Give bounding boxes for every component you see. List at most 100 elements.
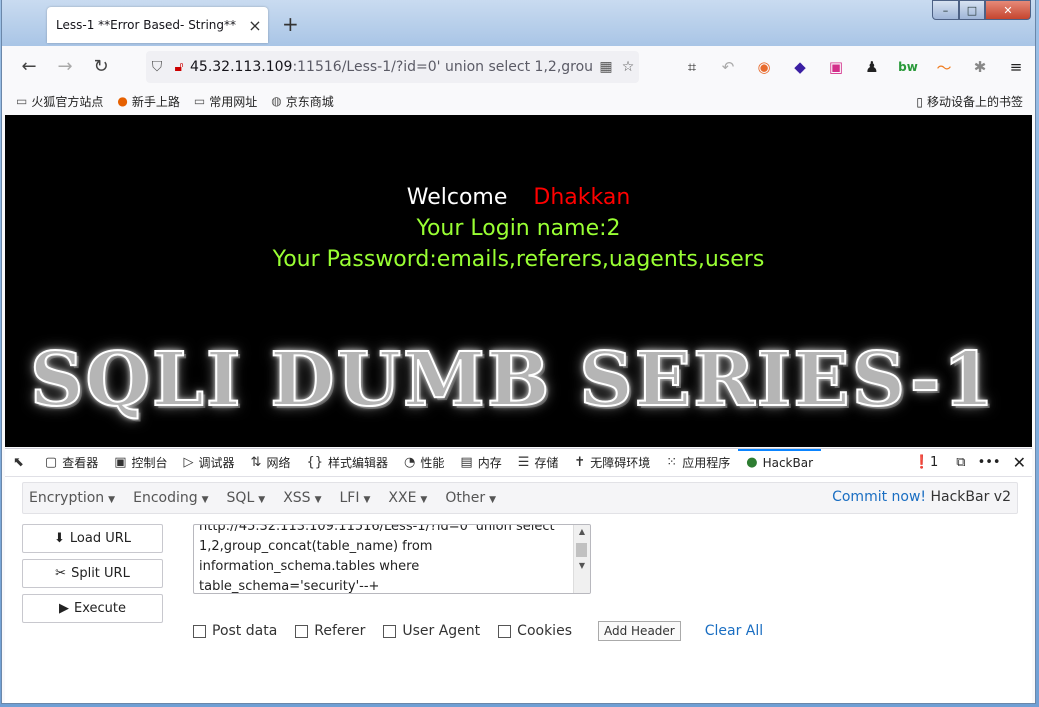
load-url-button[interactable]: ⬇ Load URL — [22, 524, 163, 553]
error-icon: ❗ — [913, 455, 930, 470]
qr-code-icon[interactable]: ▦ — [595, 59, 617, 75]
tab-label: 无障碍环境 — [590, 456, 651, 470]
scroll-up-icon[interactable]: ▲ — [574, 527, 590, 536]
menu-encryption[interactable]: Encryption ▼ — [29, 490, 115, 506]
tab-debugger[interactable]: ▷ 调试器 — [176, 449, 243, 476]
menu-lfi[interactable]: LFI ▼ — [339, 490, 370, 506]
extensions-puzzle-icon[interactable]: ✱ — [962, 56, 998, 78]
checkbox-box[interactable] — [295, 624, 309, 638]
bookmark-star-icon[interactable]: ☆ — [617, 59, 639, 75]
extension-wave-icon[interactable]: 〜 — [926, 56, 962, 78]
cookies-checkbox[interactable]: Cookies — [498, 623, 572, 639]
bookmarks-bar: ▭ 火狐官方站点 ● 新手上路 ▭ 常用网址 ◍ 京东商城 ▯ 移动设备上的书签 — [2, 88, 1035, 114]
checkbox-box[interactable] — [498, 624, 512, 638]
tab-storage[interactable]: ☰ 存储 — [510, 449, 567, 476]
insecure-lock-icon[interactable]: 🔓︎ — [168, 59, 190, 75]
scroll-thumb[interactable] — [576, 543, 587, 557]
referer-checkbox[interactable]: Referer — [295, 623, 365, 639]
bookmark-label: 新手上路 — [131, 94, 180, 109]
menu-xss[interactable]: XSS ▼ — [283, 490, 321, 506]
ublock-icon[interactable]: ◉ — [746, 56, 782, 78]
tab-label: 网络 — [266, 456, 291, 470]
extension-bw-icon[interactable]: bw — [890, 56, 926, 78]
close-tab-icon[interactable]: × — [242, 16, 268, 35]
url-text[interactable]: 45.32.113.109:11516/Less-1/?id=0' union … — [190, 59, 595, 75]
button-label: Execute — [74, 601, 126, 616]
browser-tab[interactable]: Less-1 **Error Based- String** × — [47, 7, 268, 43]
dock-icon[interactable]: ⧉ — [956, 455, 965, 470]
browser-window: Less-1 **Error Based- String** × + – □ ✕… — [2, 0, 1035, 703]
url-textarea[interactable]: http://45.32.113.109:11516/Less-1/?id=0'… — [193, 524, 591, 594]
menu-xxe[interactable]: XXE ▼ — [388, 490, 427, 506]
post-data-checkbox[interactable]: Post data — [193, 623, 277, 639]
add-header-button[interactable]: Add Header — [597, 621, 681, 641]
grid-icon: ⁙ — [666, 455, 678, 470]
caret-down-icon: ▼ — [314, 495, 322, 505]
menu-other[interactable]: Other ▼ — [445, 490, 496, 506]
devtools-tabs: ⬉ ▢ 查看器 ▣ 控制台 ▷ 调试器 ⇅ 网络 {} 样式编辑器 ◔ 性能 ▤ 内存 ☰ 存储… — [5, 449, 1032, 477]
shield-icon[interactable]: ⛉ — [146, 59, 168, 75]
globe-icon: ◍ — [271, 94, 282, 108]
back-icon[interactable]: ← — [16, 55, 42, 79]
checkbox-box[interactable] — [193, 624, 206, 638]
accessibility-icon: ✝ — [574, 455, 586, 470]
url-path: :11516/Less-1/?id=0' union select 1,2,gr… — [292, 59, 594, 75]
checkbox-label: Cookies — [517, 623, 572, 639]
menu-label: Encoding — [133, 490, 198, 506]
menu-label: XSS — [283, 490, 311, 506]
commit-link[interactable]: Commit now! HackBar v2 — [832, 489, 1011, 505]
more-options-icon[interactable]: ••• — [978, 455, 1001, 470]
tab-memory[interactable]: ▤ 内存 — [452, 449, 509, 476]
button-label: Split URL — [71, 566, 130, 581]
tab-performance[interactable]: ◔ 性能 — [396, 449, 452, 476]
scroll-down-icon[interactable]: ▼ — [574, 561, 590, 570]
devtools-panel: ⬉ ▢ 查看器 ▣ 控制台 ▷ 调试器 ⇅ 网络 {} 样式编辑器 ◔ 性能 ▤ 内存 ☰ 存储… — [5, 448, 1032, 703]
folder-icon: ▭ — [16, 94, 28, 108]
sqli-banner: SQLI DUMB SERIES-1 — [29, 336, 996, 424]
maximize-button[interactable]: □ — [959, 0, 985, 20]
menu-encoding[interactable]: Encoding ▼ — [133, 490, 208, 506]
error-count[interactable]: ❗1 — [914, 455, 938, 470]
menu-icon[interactable]: ≡ — [998, 56, 1034, 78]
close-window-button[interactable]: ✕ — [985, 0, 1031, 20]
user-agent-checkbox[interactable]: User Agent — [383, 623, 480, 639]
tab-label: 内存 — [477, 456, 502, 470]
tab-accessibility[interactable]: ✝ 无障碍环境 — [566, 449, 658, 476]
undo-icon[interactable]: ↶ — [710, 56, 746, 78]
extension-diamond-icon[interactable]: ◆ — [782, 56, 818, 78]
play-icon: ▶ — [59, 601, 69, 616]
crop-icon[interactable]: ⌗ — [674, 56, 710, 78]
url-bar[interactable]: ⛉ 🔓︎ 45.32.113.109:11516/Less-1/?id=0' u… — [146, 51, 639, 83]
extension-n-icon[interactable]: ▣ — [818, 56, 854, 78]
checkbox-box[interactable] — [383, 624, 397, 638]
reload-icon[interactable]: ↻ — [88, 55, 114, 79]
tab-hackbar[interactable]: ● HackBar — [738, 449, 822, 476]
clear-all-link[interactable]: Clear All — [705, 623, 763, 639]
pick-element-icon[interactable]: ⬉ — [5, 449, 37, 476]
bookmark-item[interactable]: ▭ 常用网址 — [194, 93, 257, 110]
bookmark-item[interactable]: ◍ 京东商城 — [271, 93, 334, 110]
tab-console[interactable]: ▣ 控制台 — [106, 449, 175, 476]
mobile-bookmarks[interactable]: ▯ 移动设备上的书签 — [916, 93, 1023, 110]
bookmark-item[interactable]: ▭ 火狐官方站点 — [16, 93, 103, 110]
hackbar-icon: ● — [746, 455, 758, 470]
new-tab-button[interactable]: + — [282, 12, 299, 36]
execute-button[interactable]: ▶ Execute — [22, 594, 163, 623]
tab-label: 查看器 — [62, 456, 99, 470]
minimize-button[interactable]: – — [932, 0, 959, 20]
menu-sql[interactable]: SQL ▼ — [227, 490, 266, 506]
tab-application[interactable]: ⁙ 应用程序 — [658, 449, 738, 476]
close-devtools-icon[interactable]: ✕ — [1013, 453, 1026, 472]
forward-icon[interactable]: → — [52, 55, 78, 79]
tab-inspector[interactable]: ▢ 查看器 — [37, 449, 106, 476]
textarea-scrollbar[interactable]: ▲ ▼ — [573, 525, 590, 593]
tab-style-editor[interactable]: {} 样式编辑器 — [298, 449, 396, 476]
bookmark-item[interactable]: ● 新手上路 — [117, 93, 180, 110]
console-icon: ▣ — [114, 455, 127, 470]
split-url-button[interactable]: ✂ Split URL — [22, 559, 163, 588]
tab-label: HackBar — [762, 455, 814, 470]
tab-network[interactable]: ⇅ 网络 — [243, 449, 299, 476]
navigation-bar: ← → ↻ ⛉ 🔓︎ 45.32.113.109:11516/Less-1/?i… — [2, 46, 1035, 88]
caret-down-icon: ▼ — [258, 495, 266, 505]
extension-spy-icon[interactable]: ♟ — [854, 56, 890, 78]
